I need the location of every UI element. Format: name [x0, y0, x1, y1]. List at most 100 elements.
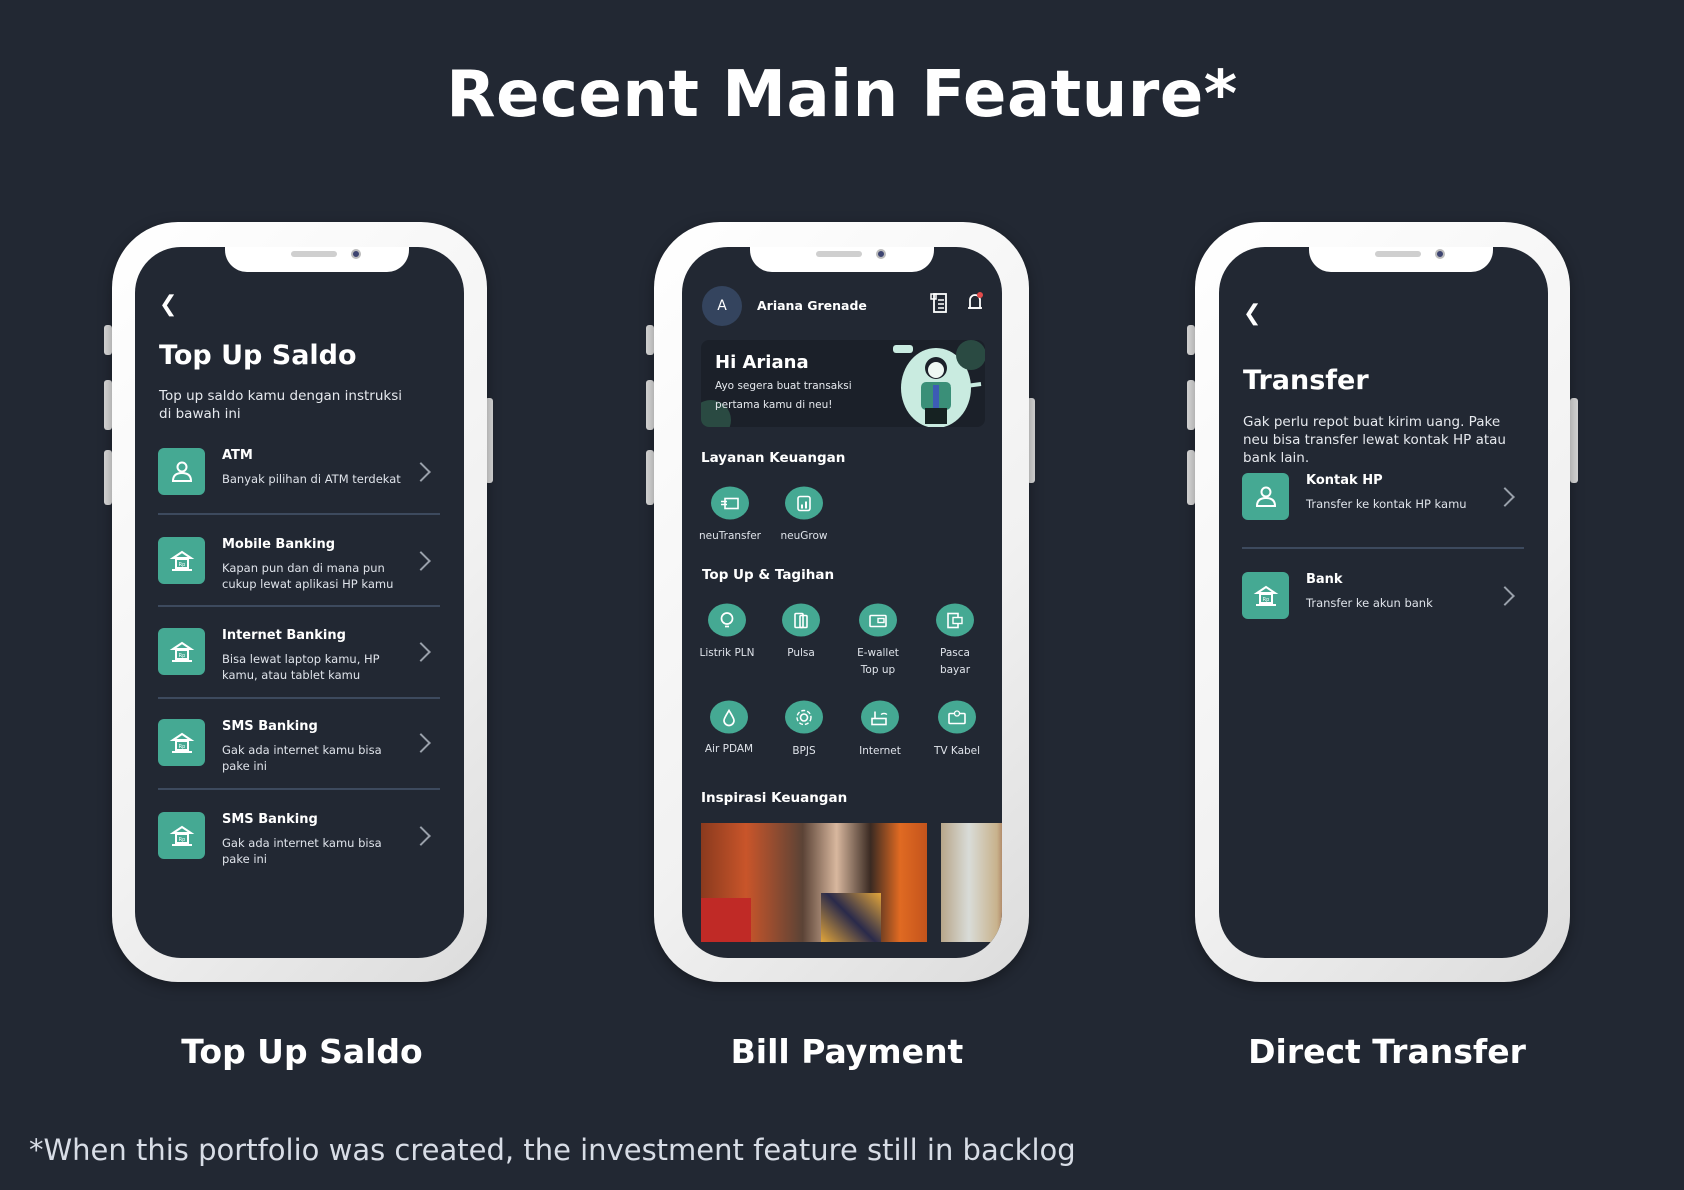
phone-side-button — [104, 325, 112, 355]
back-button[interactable]: ❮ — [1243, 301, 1261, 326]
item-title: SMS Banking — [222, 812, 318, 827]
divider — [158, 605, 440, 607]
chevron-right-icon — [411, 733, 431, 753]
list-item-atm[interactable]: ATM Banyak pilihan di ATM terdekat — [135, 448, 464, 498]
list-item-bank[interactable]: Rp Bank Transfer ke akun bank — [1219, 572, 1548, 622]
chevron-right-icon — [1495, 586, 1515, 606]
item-desc: Banyak pilihan di ATM terdekat — [222, 472, 401, 486]
item-desc: Bisa lewat laptop kamu, HP kamu, atau ta… — [222, 652, 380, 682]
item-title: Bank — [1306, 572, 1343, 587]
transfer-icon[interactable] — [711, 486, 749, 520]
list-item-sms-banking-2[interactable]: Rp SMS Banking Gak ada internet kamu bis… — [135, 812, 464, 866]
item-desc: Transfer ke kontak HP kamu — [1306, 497, 1467, 511]
phone-side-button — [1187, 450, 1195, 505]
item-desc: Gak ada internet kamu bisa pake ini — [222, 836, 382, 866]
article-image-1[interactable] — [701, 823, 927, 942]
home-screen: A Ariana Grenade Hi Ariana Ayo segera bu… — [682, 247, 1002, 958]
bank-icon: Rp — [158, 628, 205, 675]
phone-side-button — [1187, 380, 1195, 430]
bank-icon: Rp — [158, 719, 205, 766]
bill-label[interactable]: TV Kabel — [917, 743, 997, 760]
top-up-screen: ❮ Top Up Saldo Top up saldo kamu dengan … — [135, 247, 464, 958]
item-title: Internet Banking — [222, 628, 346, 643]
item-title: Mobile Banking — [222, 537, 336, 552]
bill-label[interactable]: BPJS — [764, 743, 844, 760]
service-label[interactable]: neuGrow — [764, 528, 844, 545]
grow-chart-icon[interactable] — [785, 486, 823, 520]
banner-title: Hi Ariana — [715, 352, 809, 373]
transfer-screen: ❮ Transfer Gak perlu repot buat kirim ua… — [1219, 247, 1548, 958]
svg-text:Rp: Rp — [178, 837, 185, 843]
screen-description: Gak perlu repot buat kirim uang. Pake ne… — [1243, 414, 1506, 466]
bill-label[interactable]: Internet — [840, 743, 920, 760]
screen-title: Transfer — [1243, 365, 1369, 396]
bill-label[interactable]: Air PDAM — [689, 741, 769, 758]
svg-text:Rp: Rp — [1262, 597, 1269, 603]
phone-icon[interactable] — [782, 603, 820, 637]
avatar[interactable]: A — [702, 286, 742, 326]
list-item-internet-banking[interactable]: Rp Internet Banking Bisa lewat laptop ka… — [135, 628, 464, 682]
chevron-right-icon — [411, 826, 431, 846]
item-desc: Transfer ke akun bank — [1306, 596, 1433, 610]
screen-description: Top up saldo kamu dengan instruksi di ba… — [159, 388, 402, 422]
item-desc: Kapan pun dan di mana pun cukup lewat ap… — [222, 561, 394, 591]
tv-icon[interactable] — [938, 700, 976, 734]
caption-top-up-saldo: Top Up Saldo — [181, 1032, 423, 1071]
bill-label[interactable]: Pasca bayar — [930, 645, 980, 679]
lightbulb-icon[interactable] — [708, 603, 746, 637]
bill-label[interactable]: Pulsa — [761, 645, 841, 662]
wallet-icon[interactable] — [859, 603, 897, 637]
phone-notch — [1309, 247, 1493, 272]
article-image-2[interactable] — [941, 823, 1002, 942]
phone-side-button — [646, 450, 654, 505]
phone-side-button — [1187, 325, 1195, 355]
bill-label[interactable]: Listrik PLN — [687, 645, 767, 662]
svg-text:Rp: Rp — [178, 562, 185, 568]
svg-text:Rp: Rp — [178, 653, 185, 659]
item-title: Kontak HP — [1306, 473, 1383, 488]
water-drop-icon[interactable] — [710, 700, 748, 734]
bell-icon[interactable] — [965, 291, 985, 317]
divider — [158, 697, 440, 699]
bank-icon: Rp — [1242, 572, 1289, 619]
person-icon — [1242, 473, 1289, 520]
caption-direct-transfer: Direct Transfer — [1248, 1032, 1526, 1071]
footnote: *When this portfolio was created, the in… — [29, 1133, 1076, 1167]
phone-side-button — [1570, 398, 1578, 483]
bank-icon: Rp — [158, 812, 205, 859]
router-icon[interactable] — [861, 700, 899, 734]
bank-icon: Rp — [158, 537, 205, 584]
person-icon — [158, 448, 205, 495]
document-icon[interactable] — [929, 292, 949, 318]
chevron-right-icon — [411, 551, 431, 571]
svg-text:Rp: Rp — [178, 744, 185, 750]
divider — [158, 788, 440, 790]
phone-side-button — [646, 325, 654, 355]
item-desc: Gak ada internet kamu bisa pake ini — [222, 743, 382, 773]
service-label[interactable]: neuTransfer — [690, 528, 770, 545]
banner-illustration — [893, 340, 985, 427]
phone-notch — [225, 247, 409, 272]
chevron-right-icon — [411, 462, 431, 482]
chevron-right-icon — [1495, 487, 1515, 507]
chevron-right-icon — [411, 642, 431, 662]
page-title: Recent Main Feature* — [446, 58, 1238, 132]
divider — [158, 513, 440, 515]
list-item-sms-banking[interactable]: Rp SMS Banking Gak ada internet kamu bis… — [135, 719, 464, 773]
screen-title: Top Up Saldo — [159, 340, 357, 371]
phone-notch — [750, 247, 934, 272]
list-item-kontak-hp[interactable]: Kontak HP Transfer ke kontak HP kamu — [1219, 473, 1548, 523]
welcome-banner[interactable]: Hi Ariana Ayo segera buat transaksi pert… — [701, 340, 985, 427]
bill-label[interactable]: E-wallet Top up — [848, 645, 908, 679]
user-name: Ariana Grenade — [757, 298, 867, 313]
back-button[interactable]: ❮ — [159, 292, 177, 317]
list-item-mobile-banking[interactable]: Rp Mobile Banking Kapan pun dan di mana … — [135, 537, 464, 591]
banner-text: Ayo segera buat transaksi pertama kamu d… — [715, 380, 852, 411]
divider — [1242, 547, 1524, 549]
phone-side-button — [646, 380, 654, 430]
caption-bill-payment: Bill Payment — [730, 1032, 964, 1071]
item-title: SMS Banking — [222, 719, 318, 734]
bpjs-icon[interactable] — [785, 700, 823, 734]
postpaid-bill-icon[interactable] — [936, 603, 974, 637]
phone-side-button — [104, 450, 112, 505]
